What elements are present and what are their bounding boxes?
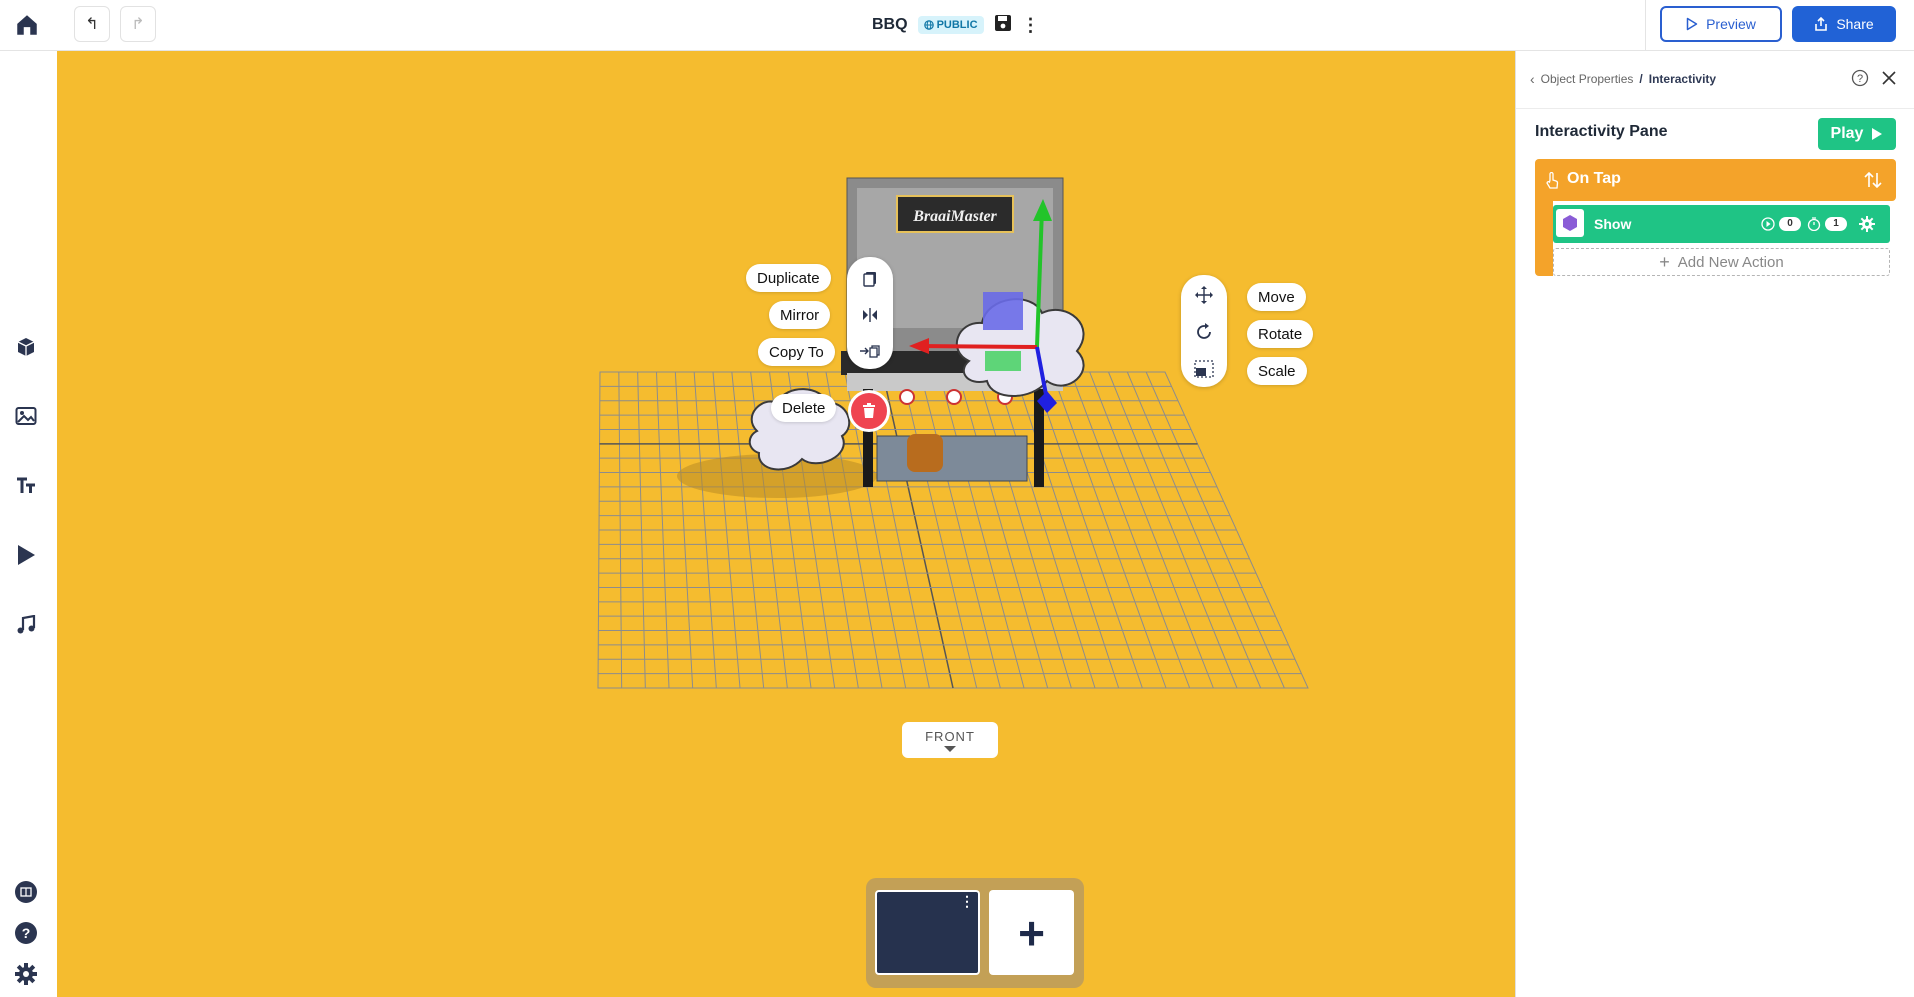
play-circle-icon xyxy=(1761,217,1775,231)
chevron-down-icon xyxy=(944,746,956,752)
add-new-action-button[interactable]: + Add New Action xyxy=(1553,248,1890,276)
sort-icon[interactable] xyxy=(1864,172,1882,188)
document-title[interactable]: BBQ xyxy=(872,16,908,34)
event-label: On Tap xyxy=(1567,170,1621,187)
mirror-icon[interactable] xyxy=(847,300,893,330)
scene-thumbnail[interactable]: ⋮ xyxy=(875,890,980,975)
scale-button[interactable]: Scale xyxy=(1247,357,1307,385)
help-icon[interactable]: ? xyxy=(12,919,40,947)
view-orientation-label: FRONT xyxy=(925,729,975,744)
mirror-button[interactable]: Mirror xyxy=(769,301,831,329)
duplicate-icon[interactable] xyxy=(847,264,893,294)
share-icon xyxy=(1815,17,1828,31)
visibility-badge[interactable]: PUBLIC xyxy=(917,16,984,34)
transform-tools-column xyxy=(1181,275,1227,387)
image-icon[interactable] xyxy=(12,402,40,430)
add-new-action-label: Add New Action xyxy=(1677,253,1784,271)
undo-button[interactable]: ↰ xyxy=(74,6,110,42)
rotate-icon[interactable] xyxy=(1181,317,1227,347)
visibility-label: PUBLIC xyxy=(936,19,978,31)
left-toolbar: ? xyxy=(0,51,57,997)
home-icon[interactable] xyxy=(14,12,40,38)
play-outline-icon xyxy=(1686,17,1698,31)
redo-button[interactable]: ↱ xyxy=(120,6,156,42)
svg-text:?: ? xyxy=(1857,73,1863,85)
breadcrumb-current: Interactivity xyxy=(1648,72,1717,86)
scene-canvas[interactable]: BraaiMaster Duplicate Mirror Copy To Del… xyxy=(57,51,1515,997)
add-scene-button[interactable]: + xyxy=(989,890,1074,975)
gear-icon[interactable] xyxy=(1859,216,1875,232)
more-options-icon[interactable]: ⋮ xyxy=(1022,16,1040,34)
properties-panel: ‹ Object Properties / Interactivity ? In… xyxy=(1515,51,1914,997)
gear-icon[interactable] xyxy=(12,960,40,988)
bbq-sign-text: BraaiMaster xyxy=(912,208,997,225)
timer-icon xyxy=(1807,217,1821,231)
copy-to-icon[interactable] xyxy=(847,336,893,366)
text-icon[interactable] xyxy=(12,472,40,500)
event-header[interactable]: On Tap xyxy=(1535,159,1896,201)
globe-icon xyxy=(923,20,934,30)
action-label: Show xyxy=(1594,216,1632,232)
event-block: On Tap Show 0 1 + Add New Action xyxy=(1535,159,1896,276)
play-icon[interactable] xyxy=(12,541,40,569)
redo-icon: ↱ xyxy=(131,16,145,33)
cube-icon[interactable] xyxy=(12,333,40,361)
move-button[interactable]: Move xyxy=(1247,283,1306,311)
topbar-divider xyxy=(1645,0,1646,51)
scene-viewport: BraaiMaster xyxy=(597,177,1309,689)
undo-icon: ↰ xyxy=(85,16,99,33)
tap-icon xyxy=(1546,172,1559,189)
document-title-group: BBQ PUBLIC ⋮ xyxy=(872,12,1040,38)
action-thumbnail xyxy=(1556,209,1584,237)
save-icon[interactable] xyxy=(994,14,1012,37)
play-icon xyxy=(1872,128,1883,140)
breadcrumb-parent[interactable]: Object Properties xyxy=(1541,72,1634,86)
view-orientation-button[interactable]: FRONT xyxy=(902,722,998,758)
rotate-button[interactable]: Rotate xyxy=(1247,320,1314,348)
pane-title: Interactivity Pane xyxy=(1535,123,1668,140)
preview-button[interactable]: Preview xyxy=(1660,6,1782,42)
back-chevron-icon[interactable]: ‹ xyxy=(1530,71,1535,87)
share-label: Share xyxy=(1836,16,1874,32)
move-icon[interactable] xyxy=(1181,280,1227,310)
top-bar: ↰ ↱ BBQ PUBLIC ⋮ Preview Share xyxy=(0,0,1914,51)
plus-icon: + xyxy=(1659,252,1670,272)
close-icon[interactable] xyxy=(1881,70,1897,91)
play-button[interactable]: Play xyxy=(1818,118,1896,150)
scene-tray: ⋮ + xyxy=(866,878,1084,988)
share-button[interactable]: Share xyxy=(1792,6,1896,42)
floor-grid xyxy=(597,371,1309,689)
panel-divider xyxy=(1516,108,1914,109)
event-side-bar xyxy=(1535,189,1553,276)
svg-text:?: ? xyxy=(22,925,31,941)
delete-button[interactable] xyxy=(848,390,890,432)
play-label: Play xyxy=(1830,125,1864,142)
copy-to-button[interactable]: Copy To xyxy=(758,338,835,366)
help-circle-icon[interactable]: ? xyxy=(1851,69,1869,92)
scale-icon[interactable] xyxy=(1181,354,1227,384)
trash-icon xyxy=(863,403,875,418)
music-icon[interactable] xyxy=(12,611,40,639)
action-duration-value[interactable]: 1 xyxy=(1825,217,1847,231)
action-row-show[interactable]: Show 0 1 xyxy=(1553,205,1890,243)
action-delay-value[interactable]: 0 xyxy=(1779,217,1801,231)
book-icon[interactable] xyxy=(12,878,40,906)
preview-label: Preview xyxy=(1706,16,1756,32)
edit-tools-column xyxy=(847,257,893,369)
delete-label[interactable]: Delete xyxy=(771,394,837,422)
breadcrumb-separator: / xyxy=(1639,72,1643,86)
scene-options-icon[interactable]: ⋮ xyxy=(960,894,974,908)
breadcrumb: ‹ Object Properties / Interactivity xyxy=(1530,71,1716,87)
duplicate-button[interactable]: Duplicate xyxy=(746,264,831,292)
